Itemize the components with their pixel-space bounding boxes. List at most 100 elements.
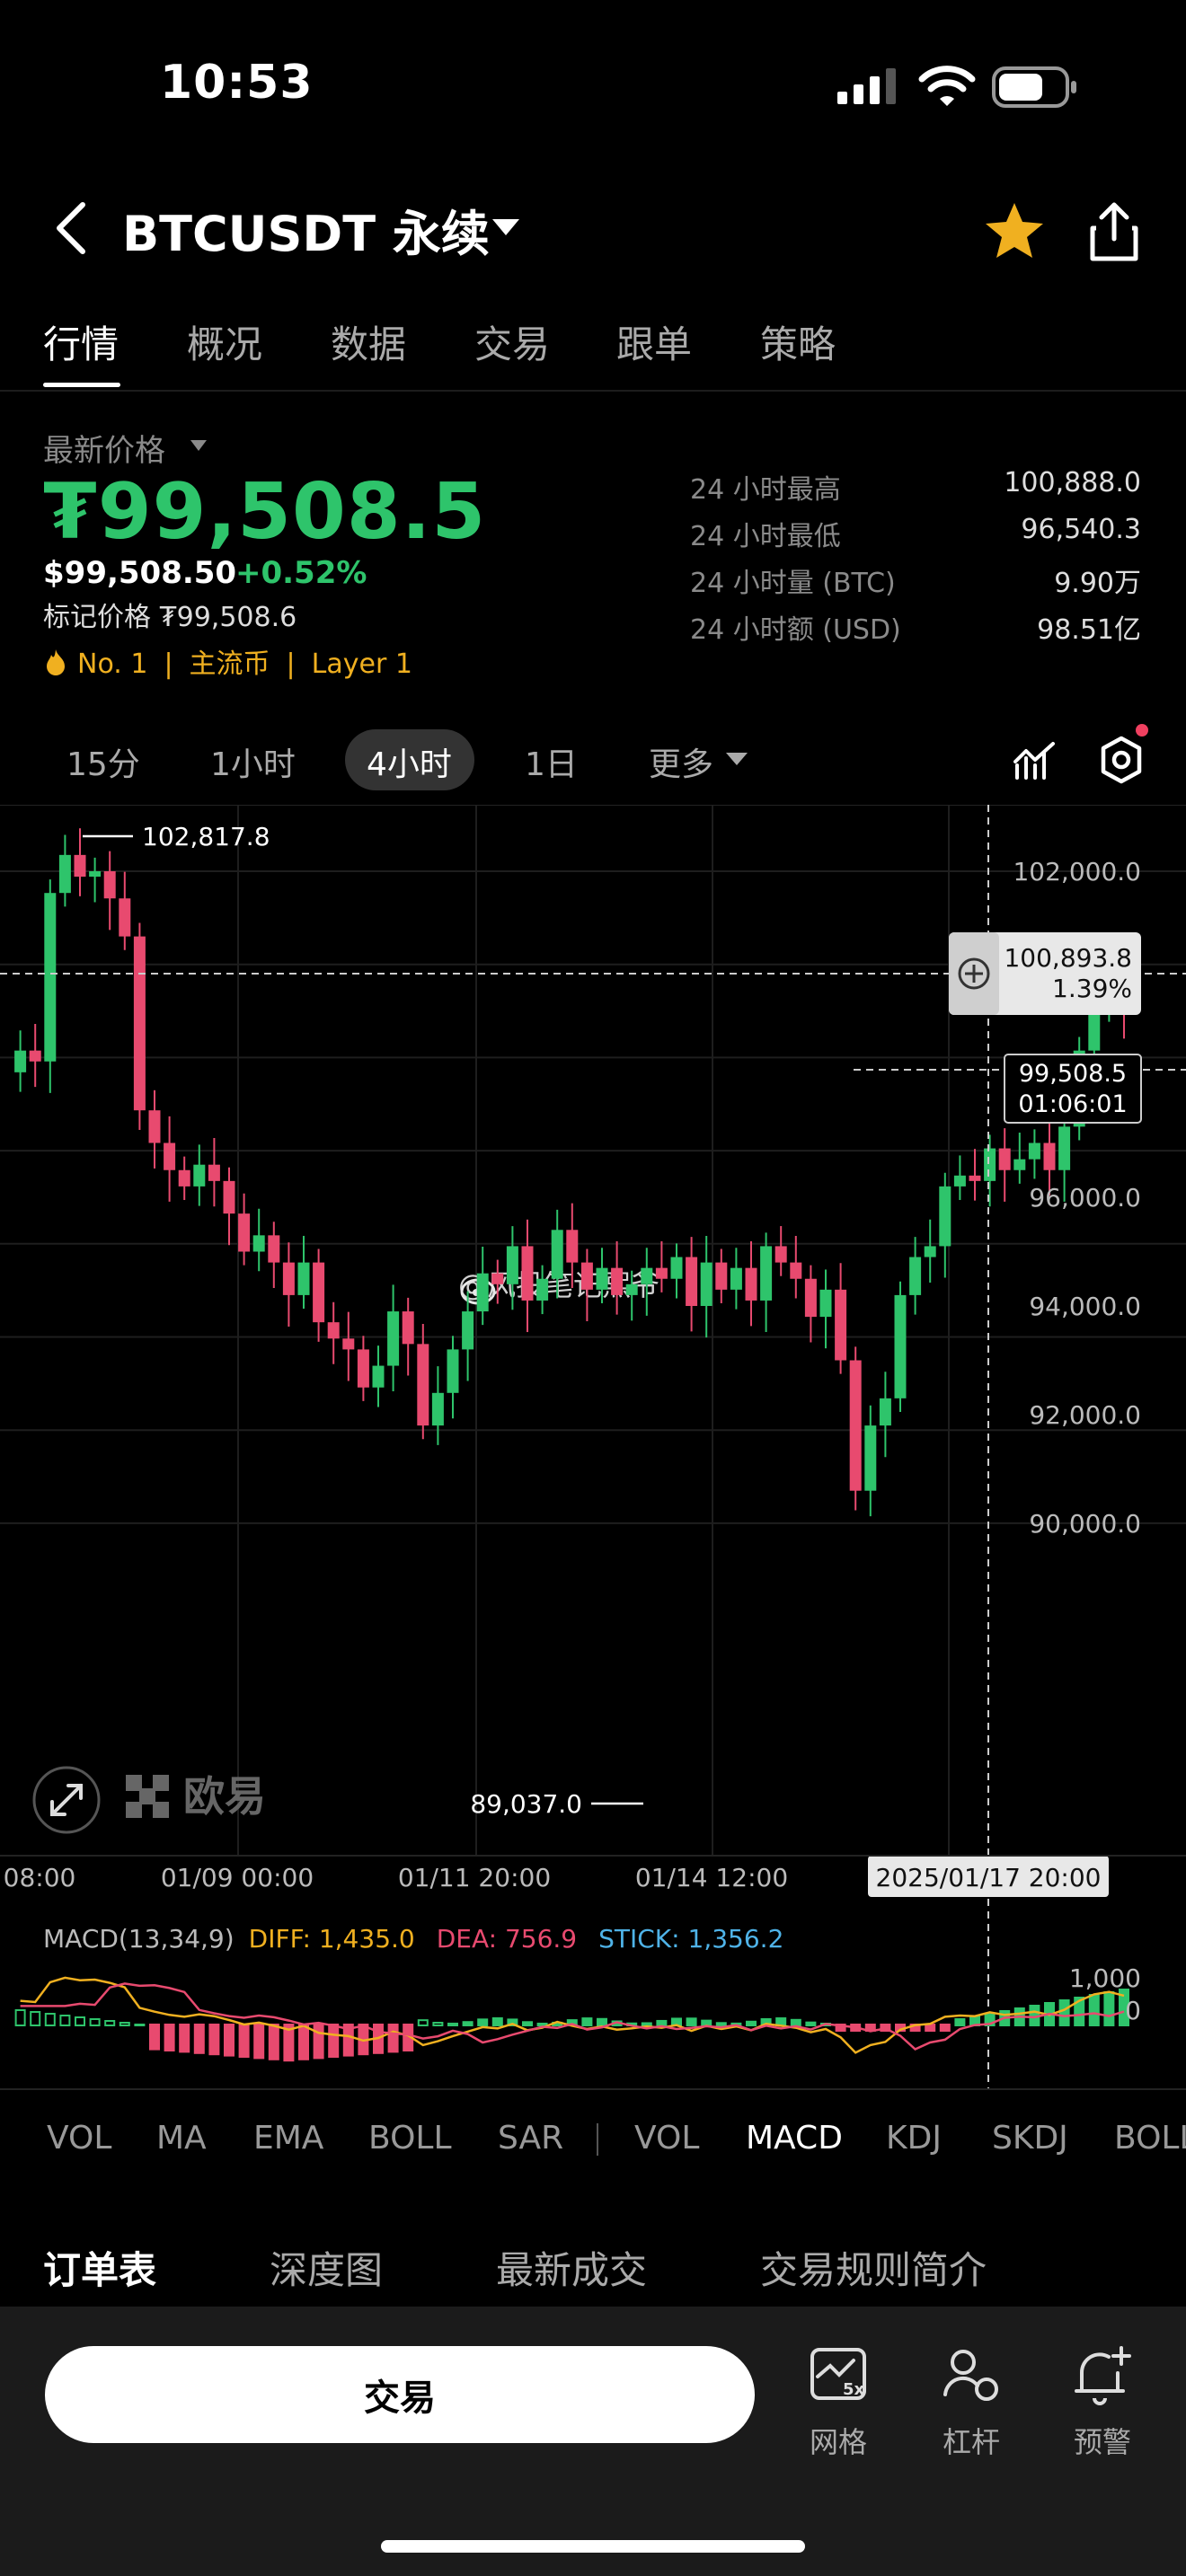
tab-order-book[interactable]: 订单表 bbox=[43, 2240, 156, 2295]
tab-latest-trades[interactable]: 最新成交 bbox=[496, 2240, 647, 2295]
indicator-sar[interactable]: SAR bbox=[498, 2120, 563, 2157]
price-type-label[interactable]: 最新价格 bbox=[43, 426, 165, 470]
y-tick-label: 92,000.0 bbox=[1029, 1400, 1141, 1430]
timeframe-15m[interactable]: 15分 bbox=[66, 738, 140, 785]
macd-legend: MACD(13,34,9) DIFF: 1,435.0 DEA: 756.9 STIC… bbox=[43, 1924, 783, 1954]
indicator-icon[interactable] bbox=[1013, 738, 1057, 781]
current-price-box: 99,508.5 01:06:01 bbox=[1004, 1054, 1142, 1124]
mark-price: 标记价格 ₮99,508.6 bbox=[43, 602, 297, 633]
tag-layer1[interactable]: Layer 1 bbox=[312, 648, 412, 680]
indicator-macd[interactable]: MACD bbox=[746, 2120, 843, 2157]
candle-body bbox=[313, 1262, 325, 1323]
leverage-icon[interactable] bbox=[940, 2344, 1003, 2407]
tab-depth-chart[interactable]: 深度图 bbox=[270, 2240, 383, 2295]
macd-bar bbox=[313, 2024, 324, 2060]
alert-bell-icon[interactable] bbox=[1071, 2344, 1134, 2407]
candle-body bbox=[282, 1262, 295, 1295]
macd-bar bbox=[1058, 1999, 1070, 2026]
tag-rank[interactable]: No. 1 bbox=[77, 648, 147, 680]
indicator-vol[interactable]: VOL bbox=[47, 2120, 111, 2157]
grid-bot-icon[interactable]: 5x bbox=[807, 2344, 870, 2407]
macd-bar bbox=[522, 2021, 533, 2026]
macd-bar bbox=[1088, 1994, 1100, 2026]
timeframe-1d[interactable]: 1日 bbox=[525, 738, 578, 785]
candle-body bbox=[133, 936, 146, 1111]
pair-dropdown-caret-icon[interactable] bbox=[492, 219, 519, 235]
grid-label[interactable]: 网格 bbox=[784, 2420, 892, 2461]
candle-body bbox=[327, 1322, 340, 1339]
indicator-boll[interactable]: BOLL bbox=[368, 2120, 452, 2157]
candle-body bbox=[536, 1278, 549, 1301]
more-caret-icon[interactable] bbox=[726, 753, 748, 765]
candle-body bbox=[74, 854, 86, 878]
indicator-ema[interactable]: EMA bbox=[253, 2120, 323, 2157]
macd-bar bbox=[417, 2019, 429, 2026]
battery-icon bbox=[992, 66, 1076, 108]
leverage-label[interactable]: 杠杆 bbox=[917, 2420, 1025, 2461]
favorite-star-icon[interactable] bbox=[983, 199, 1046, 262]
trade-button[interactable]: 交易 bbox=[45, 2346, 755, 2443]
timeframe-more[interactable]: 更多 bbox=[649, 738, 713, 785]
tab-strategy[interactable]: 策略 bbox=[760, 314, 836, 369]
macd-bar bbox=[491, 2017, 503, 2026]
macd-tick-1000: 1,000 bbox=[1069, 1963, 1141, 1993]
kline-chart[interactable]: @风投笔记熙爷 欧易 102,000.0100,000.098,000.096,… bbox=[0, 805, 1186, 2098]
tag-row: No. 1 | 主流币 | Layer 1 bbox=[43, 641, 412, 681]
macd-bar bbox=[477, 2018, 489, 2026]
candle-body bbox=[44, 893, 57, 1062]
last-price: ₮99,508.5 bbox=[43, 467, 487, 557]
timeframe-4h[interactable]: 4小时 bbox=[367, 738, 452, 785]
candle-body bbox=[1013, 1159, 1026, 1170]
stat-high-label: 24 小时最高 bbox=[690, 474, 841, 506]
stat-high-value: 100,888.0 bbox=[1004, 467, 1141, 498]
tab-data[interactable]: 数据 bbox=[331, 314, 406, 369]
indicator-kdj[interactable]: KDJ bbox=[886, 2120, 942, 2157]
indicator-skdj[interactable]: SKDJ bbox=[992, 2120, 1068, 2157]
usd-price: $99,508.50 bbox=[43, 555, 237, 591]
timeframe-1h[interactable]: 1小时 bbox=[210, 738, 296, 785]
share-icon[interactable] bbox=[1087, 199, 1141, 262]
high-marker: 102,817.8 bbox=[83, 822, 270, 851]
expand-button[interactable] bbox=[32, 1766, 101, 1834]
candle-body bbox=[164, 1142, 176, 1170]
candle-body bbox=[119, 898, 131, 937]
macd-bar bbox=[686, 2017, 697, 2027]
indicator-sub-boll[interactable]: BOLL bbox=[1114, 2120, 1186, 2157]
x-tick-label: 01/14 12:00 bbox=[635, 1863, 788, 1892]
y-tick-label: 94,000.0 bbox=[1029, 1292, 1141, 1321]
tab-trading-rules[interactable]: 交易规则简介 bbox=[760, 2240, 987, 2295]
stat-low-value: 96,540.3 bbox=[1021, 514, 1141, 545]
chart-settings-icon[interactable] bbox=[1096, 735, 1146, 785]
tab-overview[interactable]: 概况 bbox=[187, 314, 262, 369]
candle-body bbox=[774, 1246, 787, 1263]
brand-watermark: 欧易 bbox=[126, 1772, 266, 1821]
macd-bar bbox=[193, 2024, 205, 2054]
macd-bar bbox=[805, 2021, 817, 2027]
macd-bar bbox=[253, 2024, 265, 2060]
macd-bar bbox=[44, 2013, 56, 2026]
tab-copy-trade[interactable]: 跟单 bbox=[616, 314, 692, 369]
candle-body bbox=[521, 1246, 534, 1301]
candle-body bbox=[670, 1257, 683, 1279]
macd-bar bbox=[597, 2017, 607, 2026]
candle-body bbox=[953, 1175, 966, 1187]
macd-bar bbox=[1103, 1991, 1115, 2026]
tab-market[interactable]: 行情 bbox=[43, 314, 119, 369]
indicator-ma[interactable]: MA bbox=[156, 2120, 207, 2157]
alert-label[interactable]: 预警 bbox=[1049, 2420, 1156, 2461]
candle-body bbox=[417, 1344, 429, 1426]
candle-body bbox=[223, 1180, 235, 1214]
crosshair-price-box[interactable]: 100,893.8 1.39% bbox=[949, 932, 1141, 1015]
pair-title[interactable]: BTCUSDT 永续 bbox=[122, 194, 490, 265]
candle-body bbox=[984, 1148, 996, 1181]
macd-bar bbox=[447, 2022, 458, 2027]
candle-body bbox=[238, 1213, 251, 1252]
candle-body bbox=[387, 1311, 400, 1366]
price-type-caret-icon[interactable] bbox=[190, 440, 207, 451]
notification-dot bbox=[1136, 724, 1148, 737]
indicator-sub-vol[interactable]: VOL bbox=[634, 2120, 699, 2157]
tag-mainstream[interactable]: 主流币 bbox=[190, 648, 270, 680]
tab-trade[interactable]: 交易 bbox=[474, 314, 550, 369]
y-tick-label: 90,000.0 bbox=[1029, 1509, 1141, 1539]
back-button[interactable] bbox=[50, 199, 92, 257]
